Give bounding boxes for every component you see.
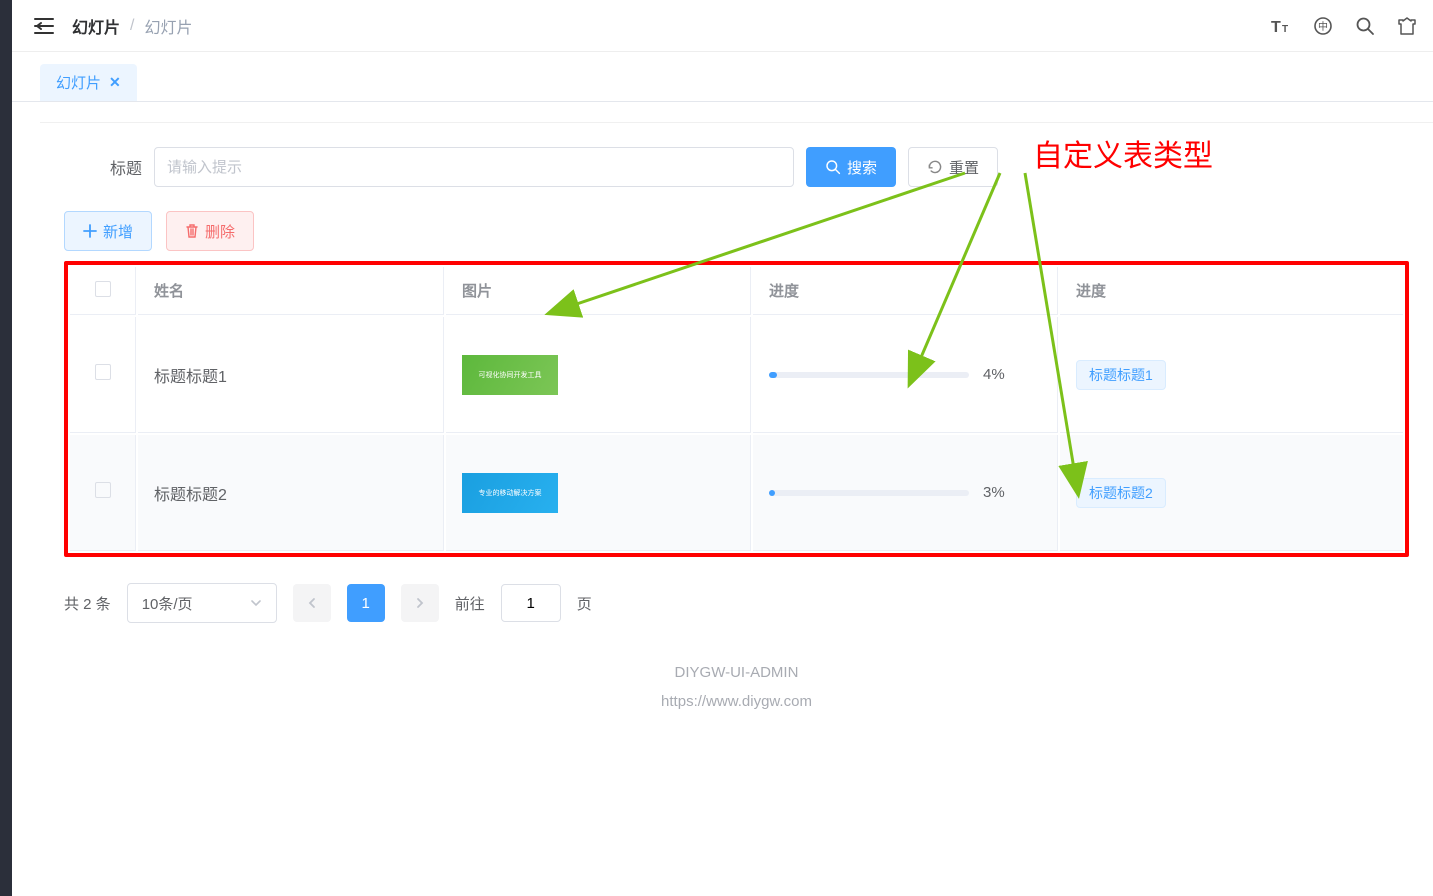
chevron-down-icon bbox=[250, 597, 262, 609]
footer-title: DIYGW-UI-ADMIN bbox=[40, 659, 1433, 688]
font-size-icon[interactable]: TT bbox=[1271, 17, 1291, 35]
pagination: 共 2 条 10条/页 1 前往 页 bbox=[64, 583, 1409, 623]
goto-label: 前往 bbox=[455, 593, 485, 614]
search-input[interactable] bbox=[154, 147, 794, 187]
tab-label: 幻灯片 bbox=[56, 72, 101, 93]
progress-text: 3% bbox=[983, 484, 1005, 501]
language-icon[interactable]: 中 bbox=[1313, 16, 1333, 36]
annotation-label: 自定义表类型 bbox=[1033, 131, 1213, 175]
breadcrumb-item-2: 幻灯片 bbox=[144, 14, 192, 38]
cell-progress: 3% bbox=[769, 484, 1041, 501]
svg-text:中: 中 bbox=[1318, 20, 1328, 33]
footer-link[interactable]: https://www.diygw.com bbox=[40, 688, 1433, 717]
column-header-tag: 进度 bbox=[1060, 280, 1403, 301]
header-actions: TT 中 bbox=[1271, 16, 1417, 36]
card: 自定义表类型 标题 搜索 重置 bbox=[40, 122, 1433, 637]
data-table: 姓名 图片 进度 进度 标题标题1 可视化协同开发工具 4% bbox=[68, 265, 1405, 553]
page-number-current[interactable]: 1 bbox=[347, 584, 385, 622]
cell-thumbnail[interactable]: 可视化协同开发工具 bbox=[462, 355, 558, 395]
column-header-name: 姓名 bbox=[138, 280, 443, 301]
content: 自定义表类型 标题 搜索 重置 bbox=[0, 102, 1433, 716]
theme-icon[interactable] bbox=[1397, 16, 1417, 36]
footer: DIYGW-UI-ADMIN https://www.diygw.com bbox=[40, 659, 1433, 716]
tab-slides[interactable]: 幻灯片 ✕ bbox=[40, 64, 137, 101]
cell-name: 标题标题2 bbox=[138, 481, 443, 505]
pagination-total: 共 2 条 bbox=[64, 593, 111, 614]
menu-toggle-icon[interactable] bbox=[34, 17, 54, 35]
progress-text: 4% bbox=[983, 366, 1005, 383]
breadcrumb: 幻灯片 / 幻灯片 bbox=[72, 14, 192, 38]
goto-page-input[interactable] bbox=[501, 584, 561, 622]
cell-tag[interactable]: 标题标题2 bbox=[1076, 478, 1166, 508]
breadcrumb-item-1[interactable]: 幻灯片 bbox=[72, 14, 120, 38]
next-page-button[interactable] bbox=[401, 584, 439, 622]
progress-bar bbox=[769, 490, 969, 496]
table-row: 标题标题1 可视化协同开发工具 4% 标题标题1 bbox=[70, 317, 1403, 433]
goto-suffix: 页 bbox=[577, 593, 592, 614]
tabs-row: 幻灯片 ✕ bbox=[0, 52, 1433, 102]
svg-text:T: T bbox=[1271, 19, 1281, 35]
page-size-select[interactable]: 10条/页 bbox=[127, 583, 277, 623]
cell-tag[interactable]: 标题标题1 bbox=[1076, 360, 1166, 390]
prev-page-button[interactable] bbox=[293, 584, 331, 622]
column-header-progress: 进度 bbox=[753, 280, 1057, 301]
delete-button-label: 删除 bbox=[205, 221, 235, 242]
header: 幻灯片 / 幻灯片 TT 中 bbox=[0, 0, 1433, 52]
search-label: 标题 bbox=[110, 155, 142, 179]
progress-bar bbox=[769, 372, 969, 378]
table-annotation-box: 姓名 图片 进度 进度 标题标题1 可视化协同开发工具 4% bbox=[64, 261, 1409, 557]
reset-button-label: 重置 bbox=[949, 157, 979, 178]
row-checkbox[interactable] bbox=[95, 364, 111, 380]
search-button-label: 搜索 bbox=[847, 157, 877, 178]
cell-progress: 4% bbox=[769, 366, 1041, 383]
cell-thumbnail[interactable]: 专业的移动解决方案 bbox=[462, 473, 558, 513]
table-row: 标题标题2 专业的移动解决方案 3% 标题标题2 bbox=[70, 435, 1403, 551]
page-size-label: 10条/页 bbox=[142, 593, 193, 614]
reset-button[interactable]: 重置 bbox=[908, 147, 998, 187]
column-header-image: 图片 bbox=[446, 280, 750, 301]
action-row: 新增 删除 bbox=[64, 211, 1409, 251]
delete-button[interactable]: 删除 bbox=[166, 211, 254, 251]
add-button-label: 新增 bbox=[103, 221, 133, 242]
row-checkbox[interactable] bbox=[95, 482, 111, 498]
add-button[interactable]: 新增 bbox=[64, 211, 152, 251]
breadcrumb-separator: / bbox=[130, 17, 134, 35]
select-all-checkbox[interactable] bbox=[95, 281, 111, 297]
search-icon[interactable] bbox=[1355, 16, 1375, 36]
search-button[interactable]: 搜索 bbox=[806, 147, 896, 187]
svg-text:T: T bbox=[1282, 24, 1288, 35]
close-icon[interactable]: ✕ bbox=[109, 74, 121, 91]
cell-name: 标题标题1 bbox=[138, 363, 443, 387]
